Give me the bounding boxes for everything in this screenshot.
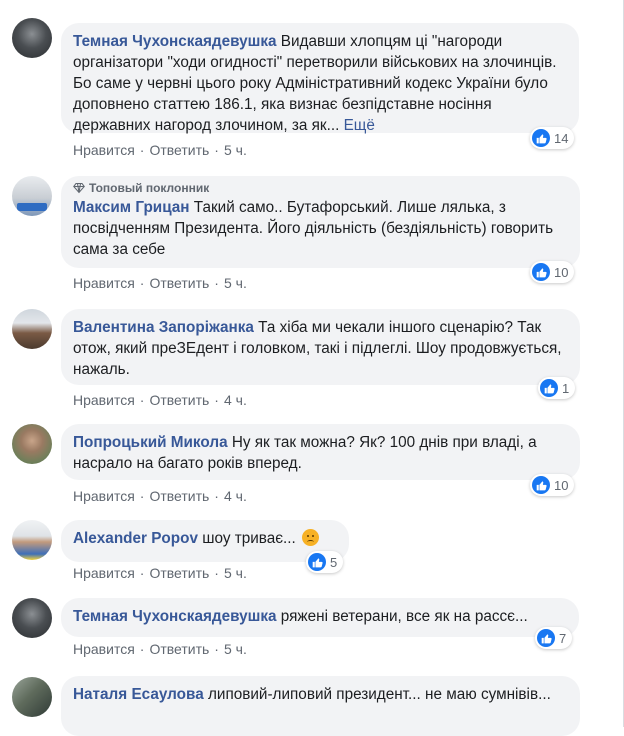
reaction-count[interactable]: 7 [535,627,573,649]
comment-actions: Нравится · Ответить · 5 ч. [73,275,247,291]
avatar[interactable] [12,18,52,58]
see-more-link[interactable]: Ещё [344,117,375,134]
avatar[interactable] [12,424,52,464]
comment-time[interactable]: 5 ч. [224,142,247,158]
comment-text: ряжені ветерани, все як на рассє... [280,608,528,625]
like-count: 1 [562,380,570,396]
comment-actions: Нравится · Ответить · 5 ч. [73,565,247,581]
comment-time[interactable]: 5 ч. [224,565,247,581]
comment-author[interactable]: Валентина Запоріжанка [73,319,254,336]
comment-bubble: Темная Чухонскаядевушка Видавши хлопцям … [61,23,579,134]
reaction-count[interactable]: 10 [530,261,575,283]
avatar[interactable] [12,176,52,216]
avatar[interactable] [12,309,52,349]
comment-bubble: Alexander Popov шоу триває... [61,520,349,562]
comment-actions: Нравится · Ответить · 5 ч. [73,641,247,657]
top-fan-label: Топовый поклонник [89,181,210,195]
like-count: 10 [554,264,569,280]
comment-time[interactable]: 5 ч. [224,275,247,291]
comment-author[interactable]: Максим Грицан [73,199,190,216]
comment-author[interactable]: Темная Чухонскаядевушка [73,608,277,625]
thumbs-up-icon [532,263,550,281]
reaction-count[interactable]: 5 [306,551,344,573]
comment-author[interactable]: Alexander Popov [73,530,198,547]
avatar[interactable] [12,598,52,638]
comment-time[interactable]: 4 ч. [224,488,247,504]
comment-bubble: Топовый поклонник Максим Грицан Такий са… [61,176,580,268]
thumbs-up-icon [537,629,555,647]
comment-bubble: Валентина Запоріжанка Та хіба ми чекали … [61,309,580,385]
reply-action[interactable]: Ответить [149,488,209,504]
comment-time[interactable]: 5 ч. [224,641,247,657]
comment-author[interactable]: Наталя Есаулова [73,686,204,703]
like-count: 5 [330,554,338,570]
comment-bubble: Темная Чухонскаядевушка ряжені ветерани,… [61,598,579,637]
thumbs-up-icon [532,129,550,147]
like-action[interactable]: Нравится [73,392,135,408]
comment-author[interactable]: Попроцький Микола [73,434,228,451]
like-action[interactable]: Нравится [73,275,135,291]
comment-actions: Нравится · Ответить · 4 ч. [73,488,247,504]
reply-action[interactable]: Ответить [149,392,209,408]
comment-bubble: Наталя Есаулова липовий-липовий президен… [61,676,580,736]
like-action[interactable]: Нравится [73,641,135,657]
thumbs-up-icon [308,553,326,571]
comment-text: липовий-липовий президент... не маю сумн… [207,686,551,703]
comment-author[interactable]: Темная Чухонскаядевушка [73,33,277,50]
comment-bubble: Попроцький Микола Ну як так можна? Як? 1… [61,424,580,480]
like-count: 14 [554,130,569,146]
top-fan-badge: Топовый поклонник [73,180,568,196]
reply-action[interactable]: Ответить [149,565,209,581]
like-count: 10 [554,477,569,493]
comment-text: шоу триває... [202,530,296,547]
comment-time[interactable]: 4 ч. [224,392,247,408]
reaction-count[interactable]: 14 [530,127,575,149]
thumbs-up-icon [532,476,550,494]
diamond-icon [73,182,85,194]
avatar[interactable] [12,677,52,717]
avatar[interactable] [12,520,52,560]
reply-action[interactable]: Ответить [149,142,209,158]
like-action[interactable]: Нравится [73,488,135,504]
like-count: 7 [559,630,567,646]
sad-face-emoji [302,529,320,546]
comment-actions: Нравится · Ответить · 5 ч. [73,142,247,158]
reply-action[interactable]: Ответить [149,275,209,291]
reaction-count[interactable]: 1 [538,377,576,399]
like-action[interactable]: Нравится [73,142,135,158]
like-action[interactable]: Нравится [73,565,135,581]
reply-action[interactable]: Ответить [149,641,209,657]
reaction-count[interactable]: 10 [530,474,575,496]
thumbs-up-icon [540,379,558,397]
comment-actions: Нравится · Ответить · 4 ч. [73,392,247,408]
